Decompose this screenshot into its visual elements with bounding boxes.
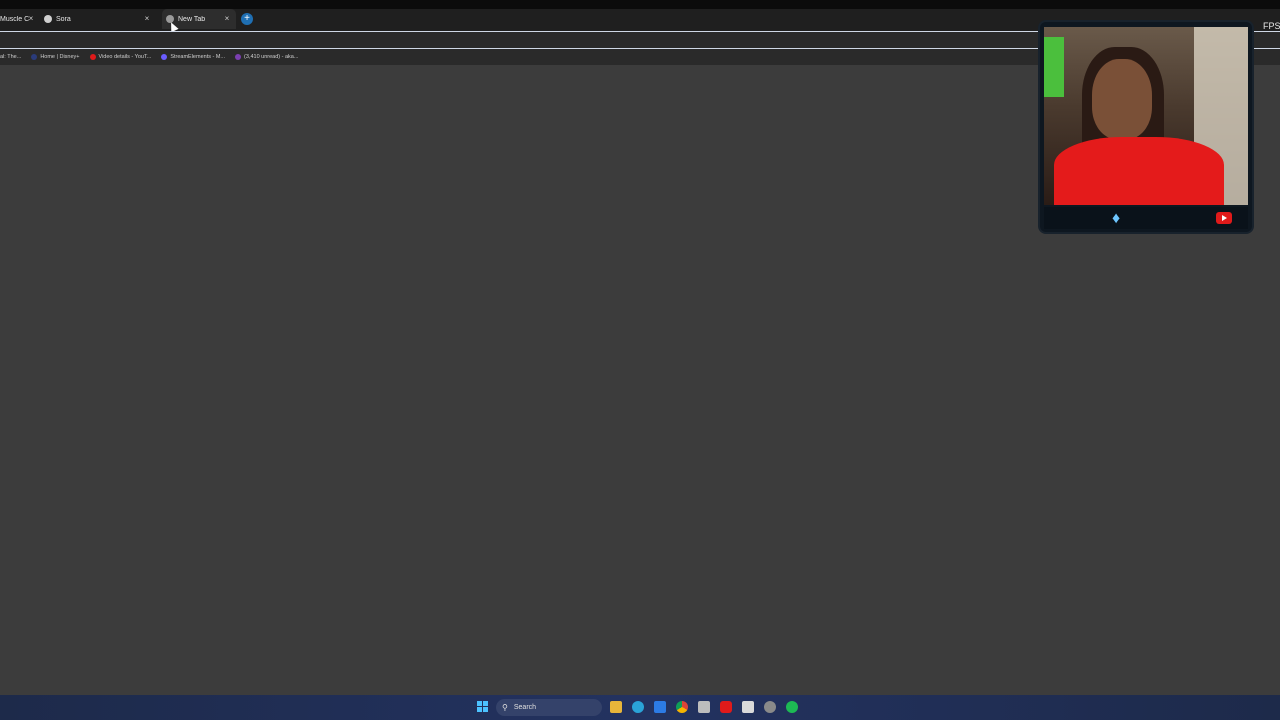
- bookmark-item[interactable]: al: The...: [0, 54, 21, 60]
- search-label: Search: [513, 704, 537, 711]
- webcam-footer: ♦: [1044, 207, 1248, 229]
- fps-label: FPS: [1263, 21, 1280, 31]
- tab-sora[interactable]: Sora ×: [44, 9, 156, 29]
- bookmark-label: StreamElements - M...: [170, 54, 226, 60]
- refresh-icon[interactable]: [764, 701, 776, 713]
- youtube-icon[interactable]: [720, 701, 732, 713]
- close-icon[interactable]: ×: [142, 14, 152, 23]
- mail-icon: [235, 54, 242, 60]
- person-face: [1092, 59, 1152, 139]
- bookmark-item[interactable]: Home | Disney+: [31, 54, 80, 60]
- tab-label: New Tab: [178, 15, 206, 23]
- background-object: [1044, 37, 1064, 97]
- person-shirt: [1054, 137, 1224, 205]
- webcam-video: [1044, 27, 1248, 205]
- favicon-icon: [44, 15, 52, 23]
- start-button[interactable]: [477, 701, 489, 713]
- taskbar: ⚲ Search: [0, 695, 1280, 720]
- youtube-icon: [89, 54, 96, 60]
- youtube-icon: [1216, 212, 1232, 224]
- tab-label: Sora: [56, 15, 71, 23]
- search-icon: ⚲: [502, 703, 508, 712]
- app-icon[interactable]: [742, 701, 754, 713]
- calculator-icon[interactable]: [698, 701, 710, 713]
- webcam-overlay: ♦: [1040, 22, 1252, 232]
- spotify-icon[interactable]: [786, 701, 798, 713]
- bookmark-label: Home | Disney+: [40, 54, 80, 60]
- chrome-icon[interactable]: [676, 701, 688, 713]
- taskbar-search[interactable]: ⚲ Search: [496, 699, 602, 716]
- bookmark-item[interactable]: (3,410 unread) - aka...: [235, 54, 298, 60]
- tab-muscle[interactable]: Muscle C ×: [0, 9, 38, 29]
- close-icon[interactable]: ×: [26, 14, 36, 23]
- bookmark-label: al: The...: [0, 54, 22, 60]
- disney-icon: [31, 54, 38, 60]
- bookmark-item[interactable]: Video details - YouT...: [89, 54, 152, 60]
- twitter-icon: ♦: [1112, 210, 1121, 227]
- streamelements-icon: [161, 54, 168, 60]
- bookmark-item[interactable]: StreamElements - M...: [161, 54, 225, 60]
- edge-icon[interactable]: [632, 701, 644, 713]
- bookmark-label: Video details - YouT...: [98, 54, 152, 60]
- file-explorer-icon[interactable]: [610, 701, 622, 713]
- bookmark-label: (3,410 unread) - aka...: [244, 54, 299, 60]
- window-top-edge: [0, 0, 1280, 9]
- close-icon[interactable]: ×: [222, 14, 232, 23]
- mail-icon[interactable]: [654, 701, 666, 713]
- tab-label: Muscle C: [0, 15, 30, 23]
- new-tab-button[interactable]: +: [241, 13, 253, 25]
